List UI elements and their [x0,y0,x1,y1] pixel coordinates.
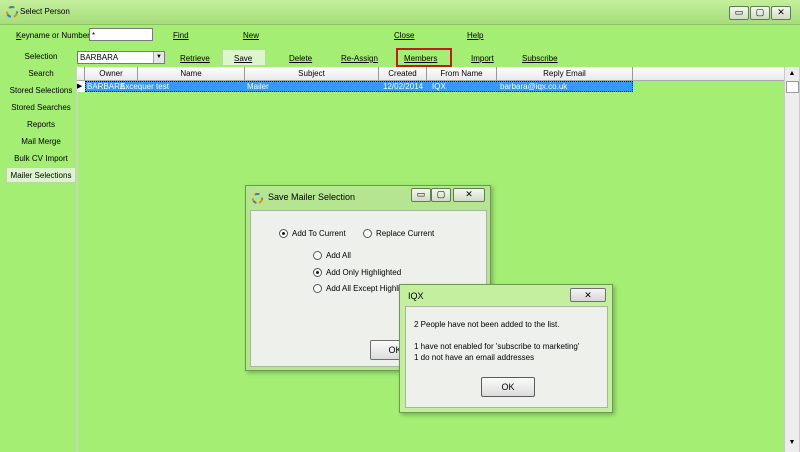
subscribe-button[interactable]: Subscribe [522,54,558,63]
help-link[interactable]: Help [467,31,483,40]
add-all-except-radio[interactable]: Add All Except Highlig [313,284,405,294]
add-all-label: Add All [326,251,351,260]
dialog-body: 2 People have not been added to the list… [405,306,608,408]
sidebar-item-selection[interactable]: Selection [6,49,76,65]
table-row[interactable]: BARBARA Excequer test Mailer 12/02/2014 … [85,81,633,92]
sidebar-item-stored-selections[interactable]: Stored Selections [6,83,76,99]
app-logo-icon [6,6,18,18]
maximize-button[interactable]: ▢ [750,6,770,20]
radio-unchecked-icon [313,251,322,261]
vertical-scrollbar[interactable]: ▲ ▼ [784,67,799,452]
column-header-subject[interactable]: Subject [245,67,379,80]
column-header-reply-email[interactable]: Reply Email [497,67,633,80]
sidebar-item-mailer-selections[interactable]: Mailer Selections [6,167,76,183]
add-to-current-radio[interactable]: Add To Current [279,229,346,239]
sidebar: Selection Search Stored Selections Store… [6,49,76,452]
dialog-minimize-button[interactable]: ▭ [411,188,431,202]
reassign-button[interactable]: Re-Assign [341,54,378,63]
scroll-thumb[interactable] [786,81,799,93]
minimize-button[interactable]: ▭ [729,6,749,20]
iqx-message-dialog: IQX ✕ 2 People have not been added to th… [399,284,613,413]
selection-dropdown[interactable]: BARBARA ▼ [77,51,165,64]
keyname-label: Keyname or Number [16,31,90,40]
message-line-2: 1 have not enabled for 'subscribe to mar… [414,342,580,351]
close-icon[interactable]: ✕ [570,288,606,302]
selection-value: BARBARA [80,53,119,62]
retrieve-button[interactable]: Retrieve [180,54,210,63]
close-window-button[interactable]: ✕ [771,6,791,20]
iqx-ok-button[interactable]: OK [481,377,535,397]
sidebar-item-search[interactable]: Search [6,66,76,82]
window-titlebar: Select Person ▭ ▢ ✕ [0,0,800,25]
dialog-title: IQX [408,291,424,301]
radio-unchecked-icon [313,284,322,294]
cell-reply-email: barbara@iqx.co.uk [500,82,568,91]
add-all-except-label: Add All Except Highlig [326,284,405,293]
scroll-down-icon[interactable]: ▼ [785,436,799,449]
new-link[interactable]: New [243,31,259,40]
message-line-3: 1 do not have an email addresses [414,353,535,362]
keyname-label-rest: eyname or Number [21,31,90,40]
grid-header: Owner Name Subject Created From Name Rep… [77,67,788,81]
sidebar-item-mail-merge[interactable]: Mail Merge [6,134,76,150]
import-button[interactable]: Import [471,54,494,63]
message-line-1: 2 People have not been added to the list… [414,320,560,329]
sidebar-item-stored-searches[interactable]: Stored Searches [6,100,76,116]
replace-current-radio[interactable]: Replace Current [363,229,435,239]
cell-created: 12/02/2014 [383,82,424,91]
column-header-created[interactable]: Created [379,67,427,80]
dialog-maximize-button[interactable]: ▢ [431,188,451,202]
keyname-input[interactable]: * [89,28,153,41]
replace-current-label: Replace Current [376,229,435,238]
chevron-down-icon[interactable]: ▼ [153,52,164,63]
scroll-up-icon[interactable]: ▲ [785,67,799,80]
cell-name: Excequer test [120,82,169,91]
radio-unchecked-icon [363,229,372,239]
members-highlight-box [396,48,452,67]
window-title: Select Person [20,7,70,16]
column-header-from-name[interactable]: From Name [427,67,497,80]
add-to-current-label: Add To Current [292,229,346,238]
app-logo-icon [252,193,263,204]
column-header-name[interactable]: Name [138,67,245,80]
radio-checked-icon [279,229,288,239]
close-link[interactable]: Close [394,31,414,40]
column-header-owner[interactable]: Owner [85,67,138,80]
cell-subject: Mailer [247,82,269,91]
add-only-highlighted-label: Add Only Highlighted [326,268,402,277]
dialog-title: Save Mailer Selection [268,192,356,202]
find-link[interactable]: Find [173,31,189,40]
dialog-close-button[interactable]: ✕ [453,188,485,202]
sidebar-item-reports[interactable]: Reports [6,117,76,133]
delete-button[interactable]: Delete [289,54,312,63]
add-all-radio[interactable]: Add All [313,251,351,261]
save-button[interactable]: Save [234,54,252,63]
sidebar-item-bulk-cv-import[interactable]: Bulk CV Import [6,151,76,167]
add-only-highlighted-radio[interactable]: Add Only Highlighted [313,268,402,278]
header-indicator-cell [77,67,85,80]
radio-checked-icon [313,268,322,278]
cell-from-name: IQX [432,82,446,91]
